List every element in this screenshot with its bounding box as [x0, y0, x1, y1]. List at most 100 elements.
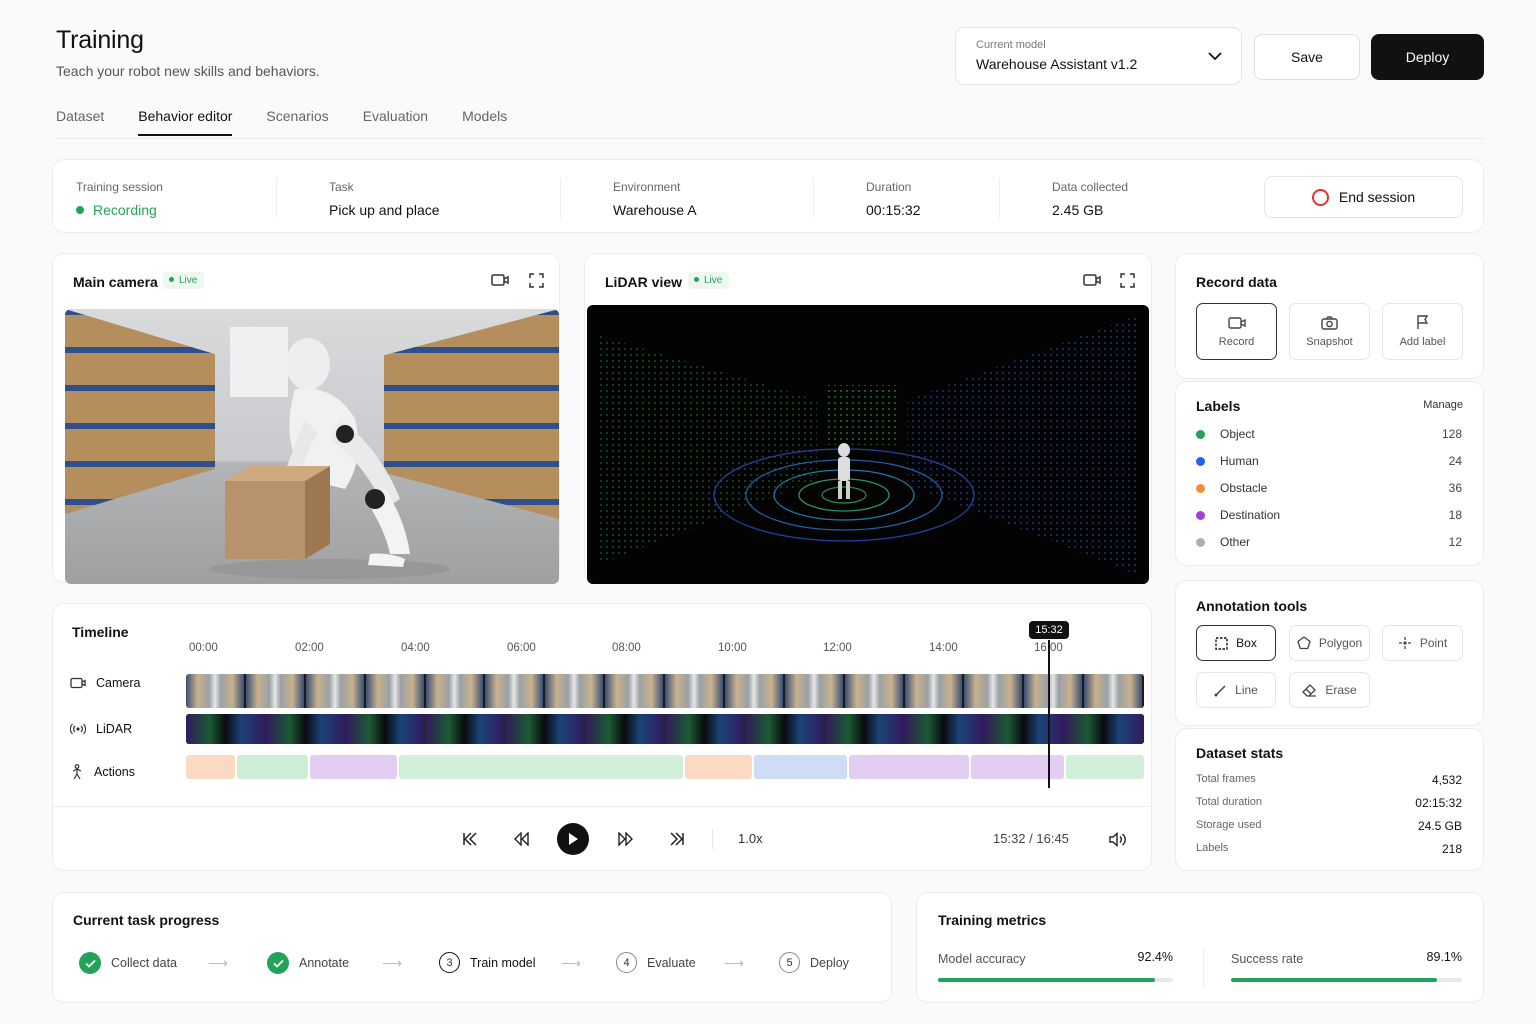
- stat-row-total-frames: Total frames 4,532: [1196, 773, 1462, 787]
- step-annotate[interactable]: Annotate: [267, 952, 349, 974]
- divider: [999, 178, 1000, 218]
- label-color-dot: [1196, 511, 1205, 520]
- playback-time: 15:32 / 16:45: [993, 831, 1069, 846]
- stat-label: Total duration: [1196, 796, 1263, 808]
- tab-bar: Dataset Behavior editor Scenarios Evalua…: [56, 108, 507, 136]
- tool-line[interactable]: Line: [1196, 672, 1276, 708]
- camera-frame-thumb: [784, 674, 845, 708]
- lidar-frame-thumb: [824, 714, 905, 744]
- arrow-right-icon: ⟶: [382, 955, 403, 971]
- tool-polygon[interactable]: Polygon: [1289, 625, 1370, 661]
- action-segment[interactable]: [186, 755, 235, 779]
- record-button[interactable]: Record: [1196, 303, 1277, 360]
- playhead[interactable]: [1048, 640, 1050, 788]
- record-data-title: Record data: [1196, 274, 1277, 290]
- label-name: Human: [1220, 454, 1259, 468]
- training-metrics-panel: Training metrics: [916, 892, 1484, 1003]
- session-status: Training session Recording: [76, 180, 163, 218]
- fullscreen-icon[interactable]: [1117, 270, 1137, 290]
- tool-point-label: Point: [1419, 636, 1448, 650]
- track-actions: Actions: [70, 764, 135, 780]
- environment-label: Environment: [613, 180, 681, 194]
- camera-track-strip[interactable]: [186, 674, 1144, 708]
- session-task: Task Pick up and place: [329, 180, 440, 218]
- label-name: Object: [1220, 427, 1255, 441]
- session-status-label: Training session: [76, 180, 163, 194]
- tab-dataset[interactable]: Dataset: [56, 108, 104, 136]
- stat-row-labels: Labels 218: [1196, 842, 1462, 856]
- play-button[interactable]: [557, 823, 589, 855]
- action-segment[interactable]: [237, 755, 308, 779]
- camera-feed: [65, 309, 559, 584]
- divider: [1203, 948, 1204, 988]
- action-segment[interactable]: [310, 755, 397, 779]
- tab-evaluation[interactable]: Evaluation: [363, 108, 428, 136]
- record-video-icon[interactable]: [490, 270, 510, 290]
- task-progress-panel: Current task progress: [52, 892, 892, 1003]
- tab-behavior-editor[interactable]: Behavior editor: [138, 108, 233, 136]
- tool-point[interactable]: Point: [1382, 625, 1463, 661]
- camera-frame-thumb: [545, 674, 606, 708]
- step-label: Train model: [470, 955, 536, 970]
- lidar-frame-thumb: [1064, 714, 1144, 744]
- action-segment[interactable]: [971, 755, 1064, 779]
- skip-start-icon: [463, 832, 477, 846]
- metric-label: Model accuracy: [938, 952, 1026, 966]
- camera-frame-thumb: [605, 674, 665, 708]
- rewind-button[interactable]: [509, 827, 533, 851]
- tab-scenarios[interactable]: Scenarios: [266, 108, 328, 136]
- action-segment[interactable]: [685, 755, 752, 779]
- camera-icon: [1321, 315, 1338, 330]
- record-video-icon[interactable]: [1082, 270, 1102, 290]
- step-collect-data[interactable]: Collect data: [79, 952, 177, 974]
- action-segment[interactable]: [754, 755, 847, 779]
- duration-value: 00:15:32: [866, 202, 921, 218]
- eraser-icon: [1302, 683, 1317, 697]
- model-select[interactable]: Current model Warehouse Assistant v1.2: [955, 27, 1242, 85]
- environment-value: Warehouse A: [613, 202, 697, 218]
- skip-end-button[interactable]: [665, 827, 689, 851]
- playback-speed[interactable]: 1.0x: [738, 831, 763, 846]
- action-segment[interactable]: [1066, 755, 1144, 779]
- stat-value: 02:15:32: [1415, 796, 1462, 810]
- live-badge: Live: [688, 272, 730, 289]
- session-environment: Environment Warehouse A: [613, 180, 697, 218]
- tab-models[interactable]: Models: [462, 108, 507, 136]
- metric-progress-fill: [1231, 978, 1437, 982]
- end-session-button[interactable]: End session: [1264, 176, 1463, 218]
- step-number: 3: [439, 952, 460, 973]
- task-progress-title: Current task progress: [73, 912, 220, 928]
- fast-forward-button[interactable]: [614, 827, 638, 851]
- label-count: 18: [1448, 508, 1462, 522]
- action-segment[interactable]: [399, 755, 683, 779]
- step-evaluate[interactable]: 4 Evaluate: [616, 952, 696, 973]
- camera-frame-thumb: [1024, 674, 1085, 708]
- record-label: Record: [1218, 335, 1255, 348]
- deploy-button[interactable]: Deploy: [1371, 34, 1484, 80]
- tool-erase[interactable]: Erase: [1289, 672, 1370, 708]
- tool-box[interactable]: Box: [1196, 625, 1276, 661]
- time-tick: 04:00: [401, 642, 430, 654]
- labels-manage-link[interactable]: Manage: [1423, 399, 1463, 411]
- lidar-track-strip[interactable]: [186, 714, 1144, 744]
- snapshot-button[interactable]: Snapshot: [1289, 303, 1370, 360]
- session-duration: Duration 00:15:32: [866, 180, 921, 218]
- label-name: Destination: [1220, 508, 1281, 522]
- divider: [276, 178, 277, 218]
- volume-button[interactable]: [1106, 827, 1130, 851]
- skip-end-icon: [670, 832, 684, 846]
- label-color-dot: [1196, 538, 1205, 547]
- task-label: Task: [329, 180, 354, 194]
- save-button[interactable]: Save: [1254, 34, 1360, 80]
- skip-start-button[interactable]: [458, 827, 482, 851]
- metric-label: Success rate: [1231, 952, 1304, 966]
- stat-row-total-duration: Total duration 02:15:32: [1196, 796, 1462, 810]
- action-segment[interactable]: [849, 755, 969, 779]
- step-deploy[interactable]: 5 Deploy: [779, 952, 849, 973]
- fullscreen-icon[interactable]: [526, 270, 546, 290]
- step-train-model[interactable]: 3 Train model: [439, 952, 536, 973]
- add-label-button[interactable]: Add label: [1382, 303, 1463, 360]
- camera-frame-thumb: [425, 674, 486, 708]
- stat-value: 4,532: [1431, 773, 1462, 787]
- arrow-right-icon: ⟶: [561, 955, 582, 971]
